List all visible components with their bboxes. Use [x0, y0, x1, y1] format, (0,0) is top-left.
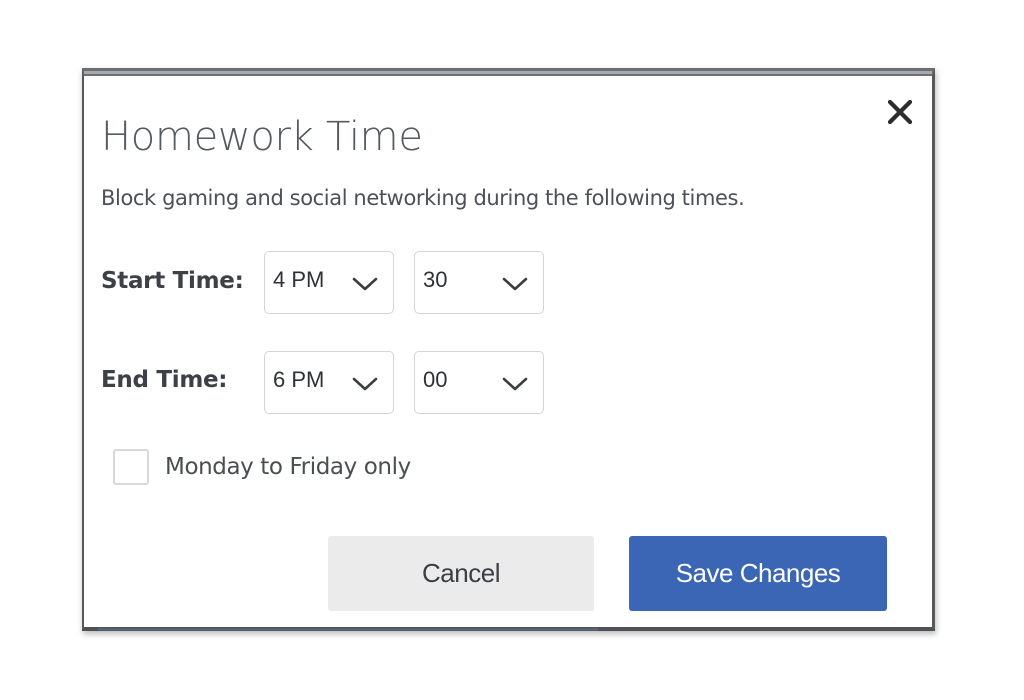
cancel-button[interactable]: Cancel	[328, 536, 594, 611]
start-hour-value: 4 PM	[273, 267, 325, 292]
dialog-title: Homework Time	[101, 114, 423, 160]
save-changes-button[interactable]: Save Changes	[629, 536, 887, 611]
bottom-accent-divider	[98, 628, 598, 631]
chevron-down-icon	[352, 277, 378, 291]
weekday-only-option[interactable]: Monday to Friday only	[113, 447, 411, 487]
end-hour-value: 6 PM	[273, 367, 325, 392]
weekday-only-label: Monday to Friday only	[165, 454, 411, 480]
chevron-down-icon	[502, 377, 528, 391]
homework-time-dialog: Homework Time Block gaming and social ne…	[82, 68, 935, 631]
close-icon	[887, 99, 913, 125]
chevron-down-icon	[352, 377, 378, 391]
dialog-description: Block gaming and social networking durin…	[101, 186, 745, 210]
start-minute-value: 30	[423, 267, 448, 292]
start-minute-select[interactable]: 30	[414, 251, 544, 314]
weekday-only-checkbox[interactable]	[113, 449, 149, 485]
end-minute-select[interactable]: 00	[414, 351, 544, 414]
start-hour-select[interactable]: 4 PM	[264, 251, 394, 314]
close-button[interactable]	[886, 98, 914, 126]
start-time-label: Start Time:	[101, 268, 244, 294]
end-minute-value: 00	[423, 367, 448, 392]
end-time-label: End Time:	[101, 367, 228, 393]
end-hour-select[interactable]: 6 PM	[264, 351, 394, 414]
chevron-down-icon	[502, 277, 528, 291]
